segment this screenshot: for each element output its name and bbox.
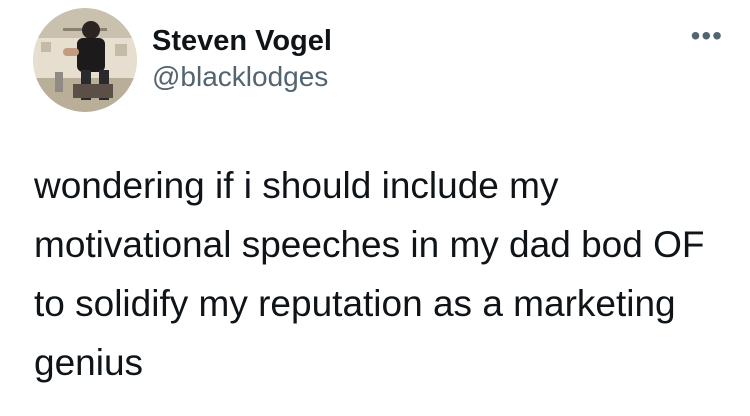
tweet-text: wondering if i should include my motivat…: [34, 165, 705, 383]
avatar-photo: [33, 8, 137, 112]
tweet-header: Steven Vogel @blacklodges •••: [33, 8, 723, 112]
avatar[interactable]: [33, 8, 137, 112]
display-name[interactable]: Steven Vogel: [152, 23, 332, 59]
user-handle[interactable]: @blacklodges: [152, 59, 332, 95]
author-names: Steven Vogel @blacklodges: [152, 23, 332, 95]
more-options-icon[interactable]: •••: [691, 22, 723, 50]
tweet-card[interactable]: Steven Vogel @blacklodges ••• wondering …: [0, 0, 750, 416]
